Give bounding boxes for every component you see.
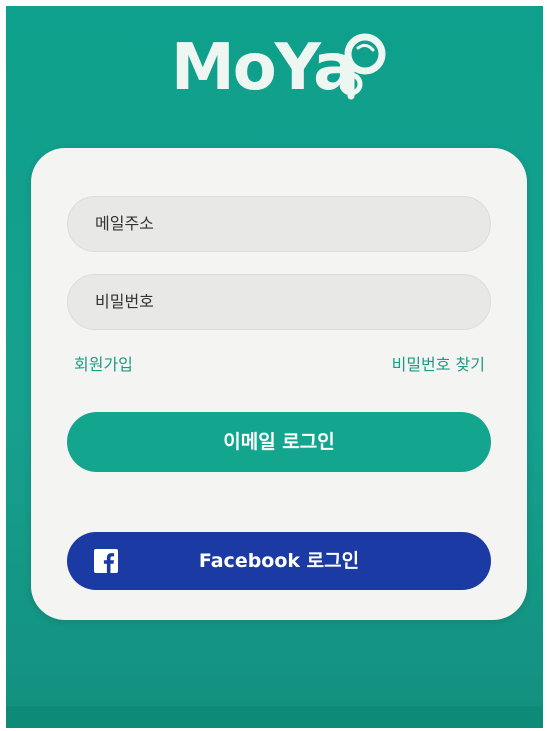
signup-link[interactable]: 회원가입 — [74, 354, 133, 376]
magnifier-question-mark-icon — [339, 33, 386, 100]
login-screen: MoYa 메일주소 비밀번호 회원가입 비밀번호 찾기 이메일 로그인 Face… — [6, 6, 543, 728]
email-login-label: 이메일 로그인 — [223, 431, 335, 453]
logo-text: MoYa — [171, 31, 356, 105]
email-input[interactable]: 메일주소 — [67, 196, 491, 252]
app-logo: MoYa — [171, 28, 396, 108]
facebook-icon — [94, 549, 118, 573]
facebook-login-button[interactable]: Facebook 로그인 — [67, 532, 491, 590]
bottom-band — [6, 706, 543, 728]
facebook-login-label: Facebook 로그인 — [198, 550, 360, 572]
login-card: 메일주소 비밀번호 회원가입 비밀번호 찾기 이메일 로그인 Facebook … — [31, 148, 527, 620]
find-password-link[interactable]: 비밀번호 찾기 — [392, 354, 485, 376]
email-login-button[interactable]: 이메일 로그인 — [67, 412, 491, 472]
password-input[interactable]: 비밀번호 — [67, 274, 491, 330]
